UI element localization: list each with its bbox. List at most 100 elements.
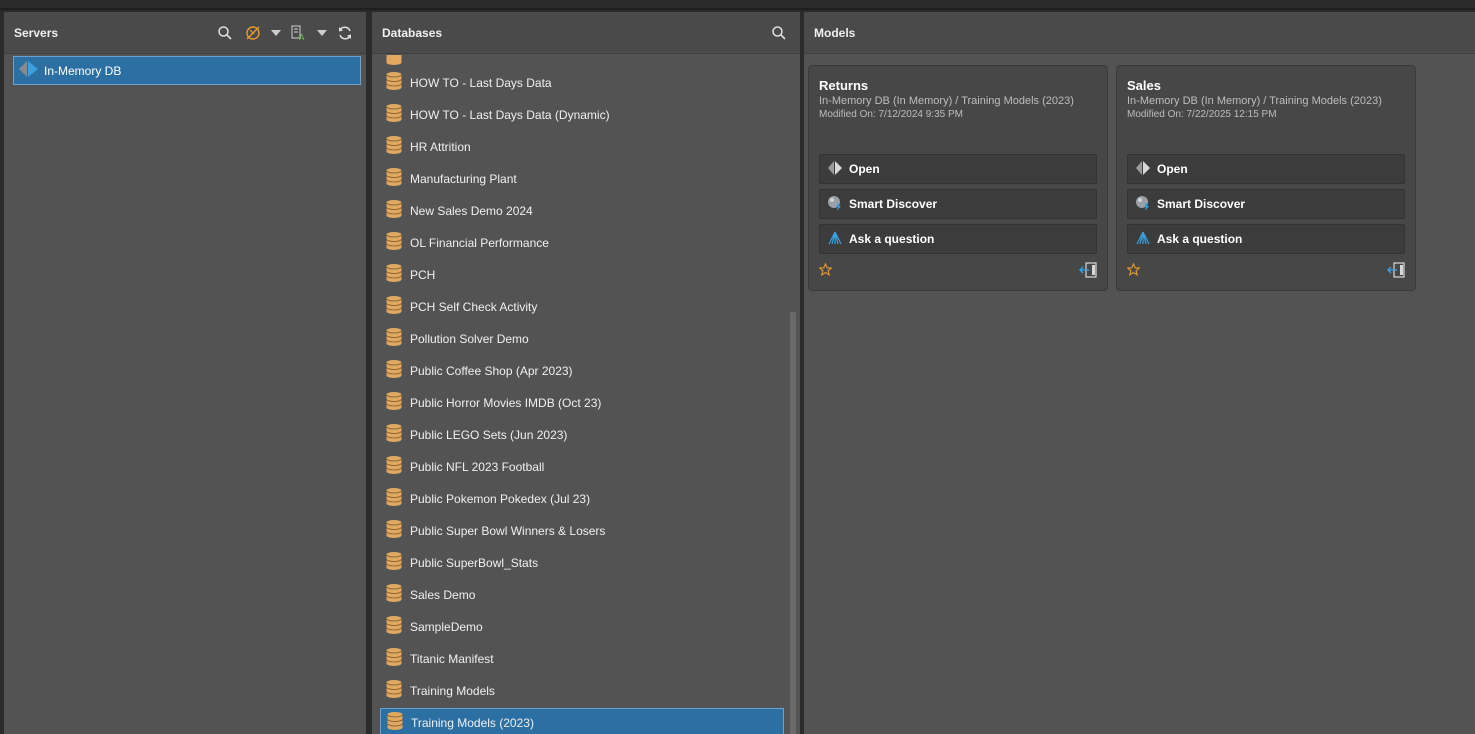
database-item[interactable]: Pollution Solver Demo <box>380 323 784 355</box>
search-icon[interactable] <box>214 22 236 44</box>
database-label: New Sales Demo 2024 <box>410 204 533 218</box>
database-item[interactable]: Public Pokemon Pokedex (Jul 23) <box>380 483 784 515</box>
smart-discover-button[interactable]: Smart Discover <box>819 189 1097 219</box>
favorite-star-icon[interactable] <box>818 262 833 279</box>
database-item[interactable]: SampleDemo <box>380 611 784 643</box>
database-icon <box>385 199 403 223</box>
favorite-star-icon[interactable] <box>1126 262 1141 279</box>
database-item[interactable]: HOW TO - Last Days Data <box>380 67 784 99</box>
database-item[interactable]: Sales Demo <box>380 579 784 611</box>
database-label: SampleDemo <box>410 620 483 634</box>
database-icon <box>385 359 403 383</box>
models-header: Models <box>804 12 1475 54</box>
top-bar <box>0 0 1475 10</box>
database-label: Public Super Bowl Winners & Losers <box>410 524 606 538</box>
database-label: Sales Demo <box>410 588 476 602</box>
database-item[interactable]: Titanic Manifest <box>380 643 784 675</box>
database-icon <box>385 135 403 159</box>
database-label: Manufacturing Plant <box>410 172 517 186</box>
export-icon[interactable] <box>1079 261 1097 281</box>
databases-title: Databases <box>382 25 443 40</box>
servers-panel: Servers A In-Memory DB <box>4 12 366 734</box>
database-label: OL Financial Performance <box>410 236 549 250</box>
ask-question-icon <box>1135 230 1151 249</box>
database-icon <box>385 551 403 575</box>
database-label: HOW TO - Last Days Data <box>410 76 552 90</box>
database-icon <box>385 679 403 703</box>
open-icon <box>1135 160 1151 179</box>
database-icon <box>385 583 403 607</box>
database-icon <box>385 263 403 287</box>
database-item[interactable]: Public Horror Movies IMDB (Oct 23) <box>380 387 784 419</box>
database-icon <box>385 487 403 511</box>
model-modified: Modified On: 7/22/2025 12:15 PM <box>1127 109 1277 120</box>
model-card: Returns In-Memory DB (In Memory) / Train… <box>808 65 1108 291</box>
models-panel: Models Returns In-Memory DB (In Memory) … <box>804 12 1475 734</box>
database-label: PCH Self Check Activity <box>410 300 538 314</box>
database-label: HR Attrition <box>410 140 471 154</box>
database-label: Public Coffee Shop (Apr 2023) <box>410 364 573 378</box>
database-item[interactable]: Manufacturing Plant <box>380 163 784 195</box>
database-label: Titanic Manifest <box>410 652 494 666</box>
database-item[interactable]: OL Financial Performance <box>380 227 784 259</box>
database-icon <box>380 55 784 67</box>
chevron-down-icon[interactable] <box>316 22 328 44</box>
database-icon <box>385 327 403 351</box>
database-item[interactable]: PCH <box>380 259 784 291</box>
database-icon <box>385 167 403 191</box>
database-item[interactable]: Training Models <box>380 675 784 707</box>
database-item[interactable]: New Sales Demo 2024 <box>380 195 784 227</box>
servers-header: Servers A <box>4 12 366 54</box>
open-button[interactable]: Open <box>819 154 1097 184</box>
database-label: Pollution Solver Demo <box>410 332 529 346</box>
database-item[interactable]: Public SuperBowl_Stats <box>380 547 784 579</box>
model-title: Returns <box>819 78 869 93</box>
database-item[interactable]: PCH Self Check Activity <box>380 291 784 323</box>
database-icon <box>385 391 403 415</box>
ask-a-question-button[interactable]: Ask a question <box>819 224 1097 254</box>
chevron-down-icon[interactable] <box>270 22 282 44</box>
database-item[interactable]: Public Coffee Shop (Apr 2023) <box>380 355 784 387</box>
model-card: Sales In-Memory DB (In Memory) / Trainin… <box>1116 65 1416 291</box>
server-item-in-memory-db[interactable]: In-Memory DB <box>13 56 361 85</box>
ask-a-question-button[interactable]: Ask a question <box>1127 224 1405 254</box>
refresh-icon[interactable] <box>334 22 356 44</box>
search-icon[interactable] <box>768 22 790 44</box>
database-icon <box>385 519 403 543</box>
models-title: Models <box>814 25 856 40</box>
rename-icon[interactable]: A <box>288 22 310 44</box>
database-label: Public Pokemon Pokedex (Jul 23) <box>410 492 591 506</box>
database-item[interactable]: HR Attrition <box>380 131 784 163</box>
servers-title: Servers <box>14 25 59 40</box>
model-path: In-Memory DB (In Memory) / Training Mode… <box>819 95 1074 107</box>
database-icon <box>385 231 403 255</box>
database-icon <box>385 455 403 479</box>
databases-header: Databases <box>372 12 800 54</box>
database-item[interactable]: Public NFL 2023 Football <box>380 451 784 483</box>
database-icon <box>385 103 403 127</box>
model-path: In-Memory DB (In Memory) / Training Mode… <box>1127 95 1382 107</box>
database-label: Training Models (2023) <box>411 716 534 730</box>
database-scrollbar[interactable] <box>790 312 796 734</box>
open-button[interactable]: Open <box>1127 154 1405 184</box>
disconnect-icon[interactable] <box>242 22 264 44</box>
database-item[interactable]: Public Super Bowl Winners & Losers <box>380 515 784 547</box>
databases-panel: Databases HOW TO - Last Days Data HOW TO… <box>372 12 800 734</box>
database-label: PCH <box>410 268 436 282</box>
smart-discover-icon <box>827 195 843 214</box>
in-memory-db-icon <box>18 60 40 81</box>
smart-discover-button[interactable]: Smart Discover <box>1127 189 1405 219</box>
database-label: Public LEGO Sets (Jun 2023) <box>410 428 568 442</box>
model-title: Sales <box>1127 78 1161 93</box>
database-label: Public NFL 2023 Football <box>410 460 545 474</box>
database-item[interactable]: HOW TO - Last Days Data (Dynamic) <box>380 99 784 131</box>
database-item[interactable]: Training Models (2023) <box>380 708 784 734</box>
database-label: Public Horror Movies IMDB (Oct 23) <box>410 396 602 410</box>
smart-discover-icon <box>1135 195 1151 214</box>
database-icon <box>385 423 403 447</box>
svg-text:A: A <box>299 33 305 42</box>
database-item[interactable]: Public LEGO Sets (Jun 2023) <box>380 419 784 451</box>
export-icon[interactable] <box>1387 261 1405 281</box>
database-list: HOW TO - Last Days Data HOW TO - Last Da… <box>380 55 784 734</box>
database-label: Public SuperBowl_Stats <box>410 556 539 570</box>
